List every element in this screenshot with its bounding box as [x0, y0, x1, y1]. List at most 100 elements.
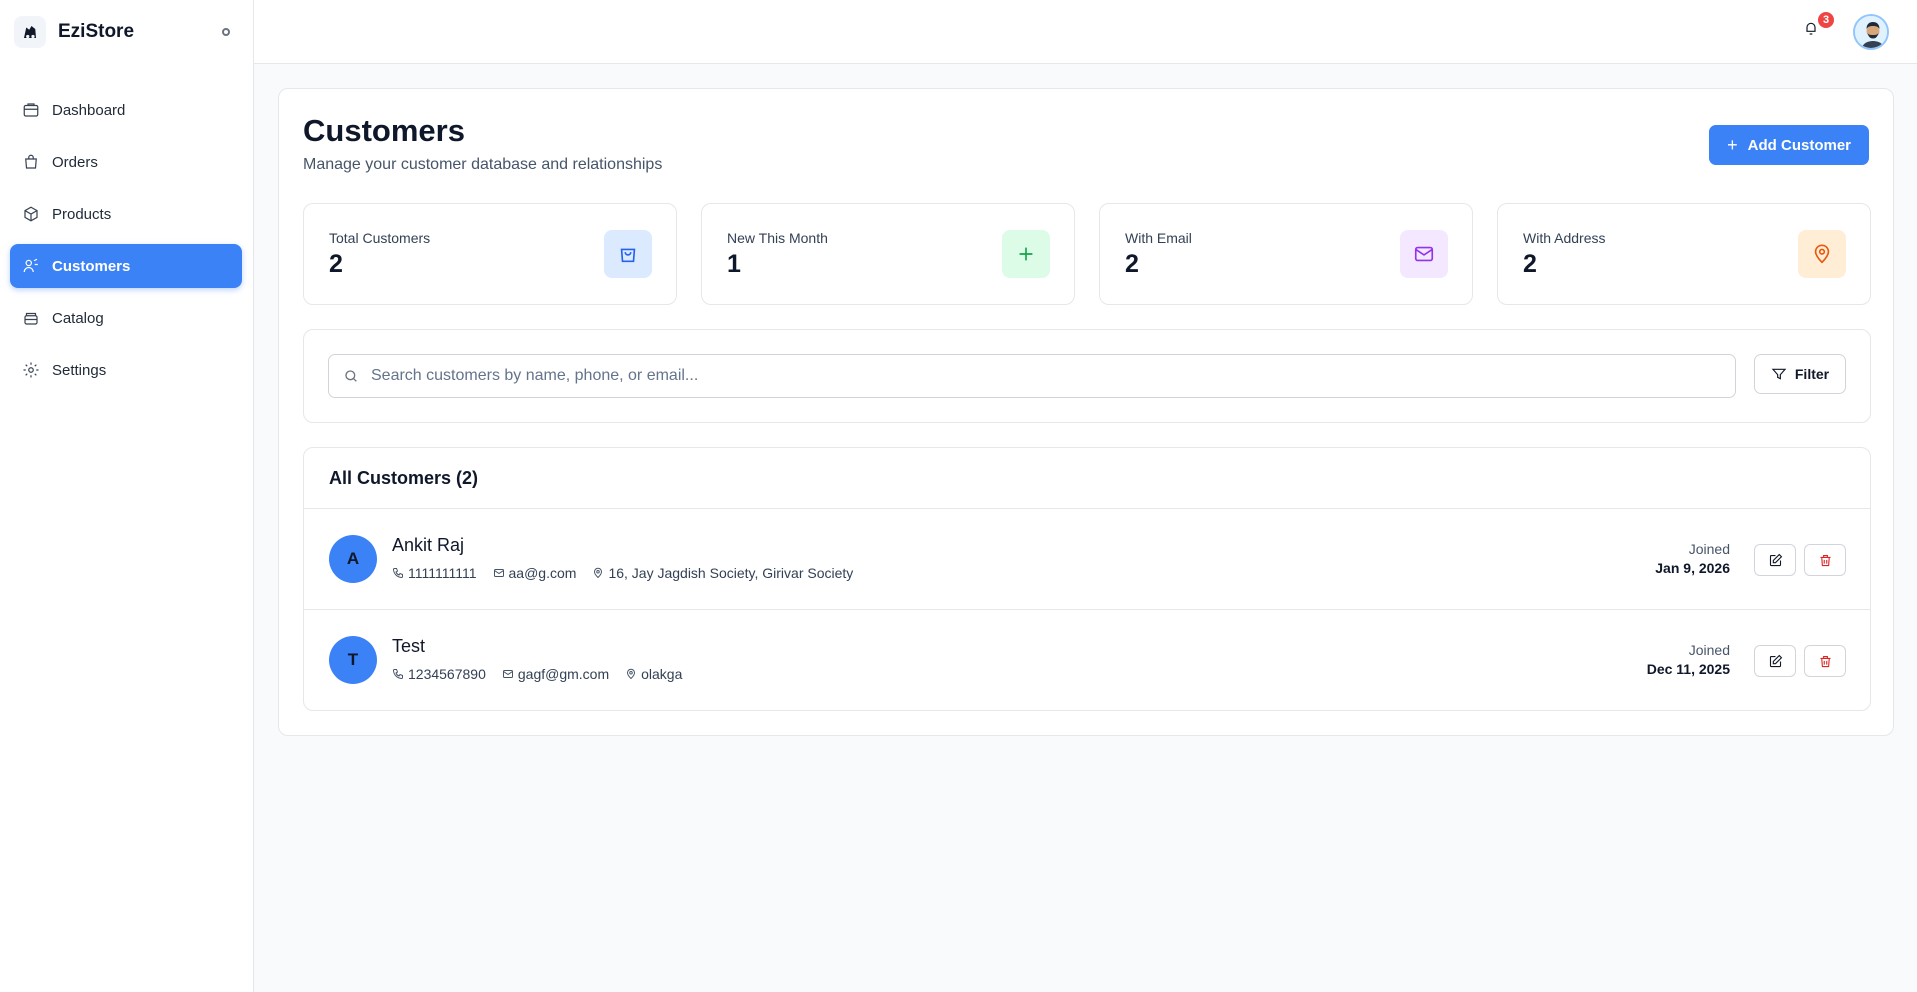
brand-name: EziStore: [58, 21, 135, 42]
joined-label: Joined: [1688, 541, 1730, 557]
user-avatar-icon: [1855, 16, 1887, 48]
shopping-bag-icon: [604, 230, 652, 278]
add-customer-button[interactable]: + Add Customer: [1709, 125, 1869, 165]
delete-button[interactable]: [1804, 645, 1846, 677]
customer-address: olakga: [625, 666, 682, 682]
dashboard-icon: [23, 103, 39, 117]
sidebar-item-label: Customers: [52, 257, 131, 275]
stat-card-with-email: With Email 2: [1099, 203, 1473, 305]
sidebar-item-settings[interactable]: Settings: [10, 348, 242, 392]
filter-button[interactable]: Filter: [1754, 354, 1846, 394]
joined-info: Joined Jan 9, 2026: [1655, 541, 1730, 576]
sidebar-item-label: Dashboard: [52, 101, 126, 119]
email-value: gagf@gm.com: [517, 666, 610, 682]
address-value: 16, Jay Jagdish Society, Girivar Society: [608, 565, 854, 581]
search-section: Filter: [303, 329, 1871, 423]
stat-value: 2: [1125, 250, 1139, 278]
stat-value: 2: [1523, 250, 1537, 278]
mail-icon: [1400, 230, 1448, 278]
sidebar-item-label: Products: [52, 205, 112, 223]
sidebar-item-label: Orders: [52, 153, 98, 171]
joined-label: Joined: [1688, 642, 1730, 658]
brand[interactable]: EziStore: [14, 16, 234, 48]
store-logo-icon: [14, 16, 46, 48]
joined-info: Joined Dec 11, 2025: [1647, 642, 1730, 677]
customer-row[interactable]: A Ankit Raj 1111111111 aa@g.com 16, Jay …: [304, 509, 1870, 610]
shopping-bag-icon: [25, 154, 37, 169]
edit-button[interactable]: [1754, 645, 1796, 677]
stats-row: Total Customers 2 New This Month 1 With …: [303, 203, 1871, 305]
add-customer-label: Add Customer: [1747, 136, 1851, 154]
search-box[interactable]: [328, 354, 1736, 398]
customer-avatar: T: [329, 636, 377, 684]
filter-icon: [1771, 368, 1787, 380]
customer-meta: 1234567890 gagf@gm.com olakga: [392, 666, 698, 682]
sidebar-item-products[interactable]: Products: [10, 192, 242, 236]
edit-icon: [1769, 553, 1782, 566]
list-title: All Customers (2): [304, 448, 1870, 509]
joined-date: Jan 9, 2026: [1655, 560, 1730, 576]
customer-email: gagf@gm.com: [502, 666, 609, 682]
delete-button[interactable]: [1804, 544, 1846, 576]
plus-icon: [1002, 230, 1050, 278]
stat-label: With Address: [1523, 230, 1606, 246]
user-avatar[interactable]: [1853, 14, 1889, 50]
customer-name: Ankit Raj: [392, 535, 465, 555]
email-value: aa@g.com: [508, 565, 577, 581]
page-subtitle: Manage your customer database and relati…: [303, 156, 663, 173]
sidebar-item-dashboard[interactable]: Dashboard: [10, 88, 242, 132]
address-value: olakga: [641, 666, 683, 682]
map-pin-icon: [1798, 230, 1846, 278]
package-icon: [24, 206, 38, 222]
stat-card-with-address: With Address 2: [1497, 203, 1871, 305]
search-icon: [345, 370, 357, 382]
joined-date: Dec 11, 2025: [1646, 661, 1730, 677]
customers-list: All Customers (2) A Ankit Raj 1111111111…: [303, 447, 1871, 711]
customer-name: Test: [392, 636, 426, 656]
customer-row[interactable]: T Test 1234567890 gagf@gm.com olakga Joi…: [304, 610, 1870, 710]
map-pin-icon: [627, 668, 636, 680]
page-title: Customers: [303, 113, 465, 148]
filter-label: Filter: [1794, 366, 1830, 382]
customer-phone: 1234567890: [392, 666, 486, 682]
phone-value: 1111111111: [408, 565, 477, 581]
mail-icon: [493, 569, 504, 577]
customer-avatar: A: [329, 535, 377, 583]
sidebar-item-customers[interactable]: Customers: [10, 244, 242, 288]
mail-icon: [502, 670, 513, 678]
search-input[interactable]: [371, 367, 1711, 385]
trash-icon: [1820, 655, 1830, 667]
plus-icon: +: [1727, 134, 1738, 155]
customer-address: 16, Jay Jagdish Society, Girivar Society: [592, 565, 853, 581]
customer-phone: 1111111111: [392, 565, 477, 581]
sidebar-item-label: Catalog: [52, 309, 104, 327]
sidebar-item-orders[interactable]: Orders: [10, 140, 242, 184]
edit-icon: [1769, 654, 1782, 667]
stat-label: Total Customers: [329, 230, 431, 246]
sidebar: EziStore Dashboard Orders Products Custo…: [0, 0, 254, 992]
sidebar-item-catalog[interactable]: Catalog: [10, 296, 242, 340]
map-pin-icon: [594, 567, 603, 579]
edit-button[interactable]: [1754, 544, 1796, 576]
topbar: 3: [254, 0, 1917, 64]
stat-card-new-this-month: New This Month 1: [701, 203, 1075, 305]
phone-icon: [392, 669, 403, 680]
sidebar-nav: Dashboard Orders Products Customers Cata…: [10, 88, 242, 400]
stat-label: With Email: [1125, 230, 1192, 246]
customer-email: aa@g.com: [493, 565, 577, 581]
phone-value: 1234567890: [408, 666, 486, 682]
notification-badge: 3: [1816, 10, 1836, 30]
trash-icon: [1820, 554, 1830, 566]
customer-meta: 1111111111 aa@g.com 16, Jay Jagdish Soci…: [392, 565, 869, 581]
stat-value: 1: [727, 250, 741, 278]
phone-icon: [392, 568, 403, 579]
stat-card-total-customers: Total Customers 2: [303, 203, 677, 305]
gear-icon: [23, 362, 39, 378]
collapse-toggle-icon[interactable]: [222, 28, 230, 36]
sidebar-item-label: Settings: [52, 361, 107, 379]
stat-label: New This Month: [727, 230, 828, 246]
users-icon: [23, 258, 38, 273]
stat-value: 2: [329, 250, 343, 278]
customers-panel: Customers Manage your customer database …: [278, 88, 1894, 736]
catalog-icon: [24, 312, 38, 325]
